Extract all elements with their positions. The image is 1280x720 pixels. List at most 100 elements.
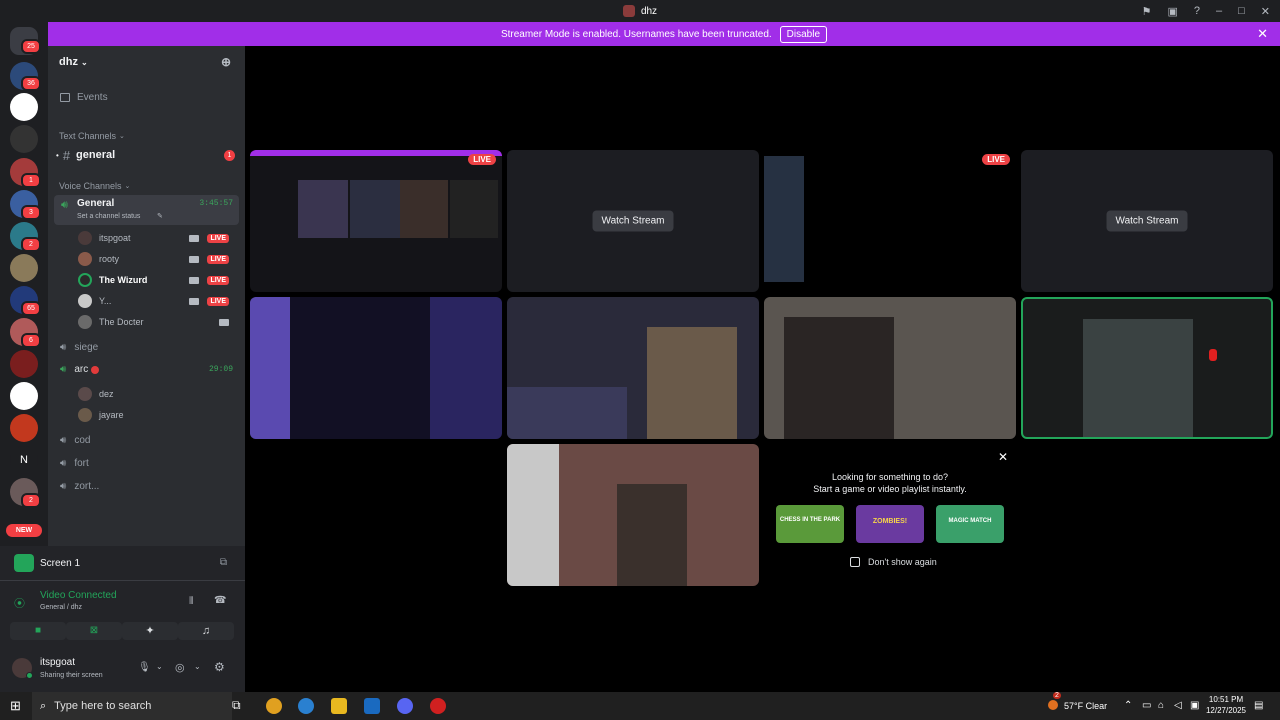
guild-header[interactable]: dhz ⌄ ⊕ <box>48 46 245 78</box>
noise-suppression-icon[interactable]: ⦀ <box>189 596 193 607</box>
avatar <box>78 294 92 308</box>
chevron-down-icon[interactable]: ⌄ <box>194 662 201 671</box>
server-icon[interactable] <box>10 350 38 378</box>
channel-siege[interactable]: 🔊︎ siege <box>60 342 98 353</box>
stream-tile-unwatched[interactable]: Watch Stream <box>507 150 759 292</box>
camera-feed <box>784 317 894 439</box>
notifications-icon[interactable]: ▤ <box>1254 700 1263 711</box>
game-magic-match[interactable]: MAGIC MATCH <box>936 505 1004 543</box>
camera-feed <box>507 387 627 439</box>
camera-tile[interactable] <box>507 297 759 439</box>
inbox-icon[interactable]: ⚑ <box>1142 5 1152 18</box>
channel-zort[interactable]: 🔊︎ zort... <box>60 481 99 492</box>
voice-user[interactable]: itspgoat LIVE <box>78 230 239 246</box>
edge-icon[interactable] <box>298 698 314 714</box>
add-member-icon[interactable]: ⊕ <box>221 55 231 69</box>
task-view-icon[interactable]: ⧉ <box>232 698 248 714</box>
copilot-icon[interactable] <box>266 698 282 714</box>
voice-user[interactable]: rooty LIVE <box>78 251 239 267</box>
voice-user[interactable]: jayare <box>78 408 124 422</box>
chevron-up-icon[interactable]: ⌃ <box>1124 700 1132 711</box>
screen-icon[interactable]: ▣ <box>1167 5 1177 18</box>
username: itspgoat <box>99 233 131 243</box>
microphone-icon[interactable]: 🎙︎ <box>138 662 151 673</box>
voice-user[interactable]: dez <box>78 387 114 401</box>
display-icon[interactable]: ▣ <box>1190 700 1199 711</box>
disable-button[interactable]: Disable <box>779 25 828 43</box>
soundboard-button[interactable]: ♫ <box>178 622 234 640</box>
voice-user[interactable]: Y... LIVE <box>78 293 239 309</box>
camera-button[interactable]: ■ <box>10 622 66 640</box>
clock-date[interactable]: 12/27/2025 <box>1202 706 1250 715</box>
camera-tile[interactable] <box>507 444 759 586</box>
voice-channels-category[interactable]: Voice Channels ⌄ <box>59 181 130 191</box>
clock-time[interactable]: 10:51 PM <box>1204 695 1248 704</box>
dont-show-checkbox[interactable] <box>850 557 860 567</box>
camera-tile[interactable] <box>764 297 1016 439</box>
camera-tile-speaking[interactable] <box>1021 297 1273 439</box>
app-icon[interactable] <box>430 698 446 714</box>
game-chess-in-the-park[interactable]: CHESS IN THE PARK <box>776 505 844 543</box>
server-icon[interactable] <box>10 414 38 442</box>
popout-icon[interactable]: ⧉ <box>220 557 227 568</box>
stream-tile-screen[interactable]: LIVE <box>250 150 502 292</box>
server-icon[interactable] <box>10 125 38 153</box>
notification-badge: 3 <box>21 205 41 220</box>
new-badge[interactable]: NEW <box>6 524 42 537</box>
search-icon: ⌕ <box>40 699 47 712</box>
settings-gear-icon[interactable]: ⚙ <box>214 660 225 674</box>
text-channels-category[interactable]: Text Channels ⌄ <box>59 131 125 141</box>
channel-fort[interactable]: 🔊︎ fort <box>60 458 89 469</box>
notification-badge: 36 <box>21 76 41 91</box>
voice-location[interactable]: General / dhz <box>40 604 82 611</box>
notification-badge: 65 <box>21 301 41 316</box>
screen-share-button[interactable]: ⊠ <box>66 622 122 640</box>
chevron-down-icon[interactable]: ⌄ <box>156 662 163 671</box>
server-letter-icon[interactable]: N <box>10 446 38 474</box>
watch-stream-button[interactable]: Watch Stream <box>592 210 674 232</box>
voice-user-speaking[interactable]: The Wizurd LIVE <box>78 272 239 288</box>
avatar <box>78 231 92 245</box>
close-icon[interactable]: ✕ <box>1257 26 1268 42</box>
channel-general-text[interactable]: • # general 1 <box>56 147 239 163</box>
activities-button[interactable]: ✦ <box>122 622 178 640</box>
camera-tile[interactable] <box>250 297 502 439</box>
close-window-icon[interactable]: ✕ <box>1261 5 1270 18</box>
server-icon[interactable] <box>10 382 38 410</box>
voice-user[interactable]: The Docter <box>78 314 239 330</box>
taskbar-search[interactable]: ⌕ Type here to search <box>32 692 232 720</box>
maximize-icon[interactable]: □ <box>1238 5 1245 17</box>
channel-general-voice[interactable]: 🔊︎ General 3:45:57 Set a channel status … <box>54 195 239 225</box>
unread-indicator: • <box>56 150 59 160</box>
headphones-icon[interactable]: ◎ <box>175 661 185 674</box>
camera-feed <box>1083 319 1193 437</box>
network-icon[interactable]: ⌂ <box>1158 700 1164 711</box>
server-icon[interactable] <box>10 254 38 282</box>
stream-tile-unwatched[interactable]: Watch Stream <box>1021 150 1273 292</box>
channel-cod[interactable]: 🔊︎ cod <box>60 435 90 446</box>
camera-feed-light <box>1209 349 1217 361</box>
username[interactable]: itspgoat <box>40 657 75 668</box>
stream-preview-image <box>298 180 348 238</box>
stream-tile-desktop[interactable]: LIVE <box>764 150 1016 292</box>
discord-icon[interactable] <box>397 698 413 714</box>
channel-arc[interactable]: 🔊︎ arc 29:09 <box>60 364 239 375</box>
events-item[interactable]: Events <box>60 92 108 103</box>
game-zombies[interactable]: ZOMBIES! <box>856 505 924 543</box>
screen-label: Screen 1 <box>40 558 81 569</box>
disconnect-icon[interactable]: ☎ <box>214 595 226 606</box>
watch-stream-button[interactable]: Watch Stream <box>1106 210 1188 232</box>
outlook-icon[interactable] <box>364 698 380 714</box>
weather-text[interactable]: 57°F Clear <box>1064 701 1107 711</box>
file-explorer-icon[interactable] <box>331 698 347 714</box>
minimize-icon[interactable]: – <box>1216 5 1222 17</box>
camera-feed <box>507 444 559 586</box>
windows-start-icon[interactable]: ⊞ <box>10 698 21 714</box>
close-icon[interactable]: ✕ <box>998 450 1008 464</box>
volume-icon[interactable]: ◁ <box>1174 700 1182 711</box>
stream-preview-image <box>400 180 448 238</box>
set-status-link[interactable]: Set a channel status <box>77 213 140 220</box>
help-icon[interactable]: ? <box>1194 5 1200 17</box>
battery-icon[interactable]: ▭ <box>1142 700 1151 711</box>
server-icon[interactable] <box>10 93 38 121</box>
